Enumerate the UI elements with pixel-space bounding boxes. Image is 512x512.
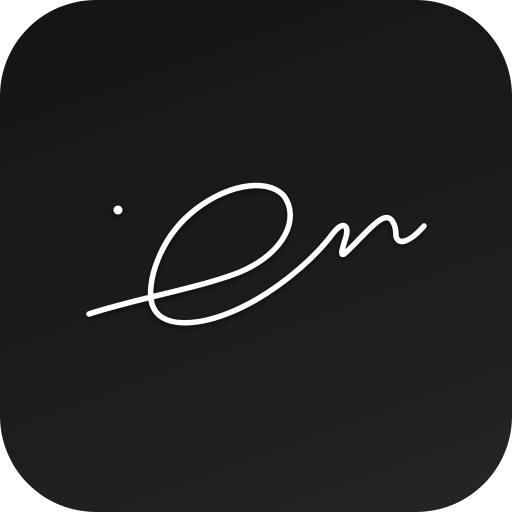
app-icon[interactable] (0, 0, 512, 512)
signature-dot (113, 205, 123, 215)
signature-icon (86, 182, 427, 326)
signature-stroke (86, 182, 427, 326)
